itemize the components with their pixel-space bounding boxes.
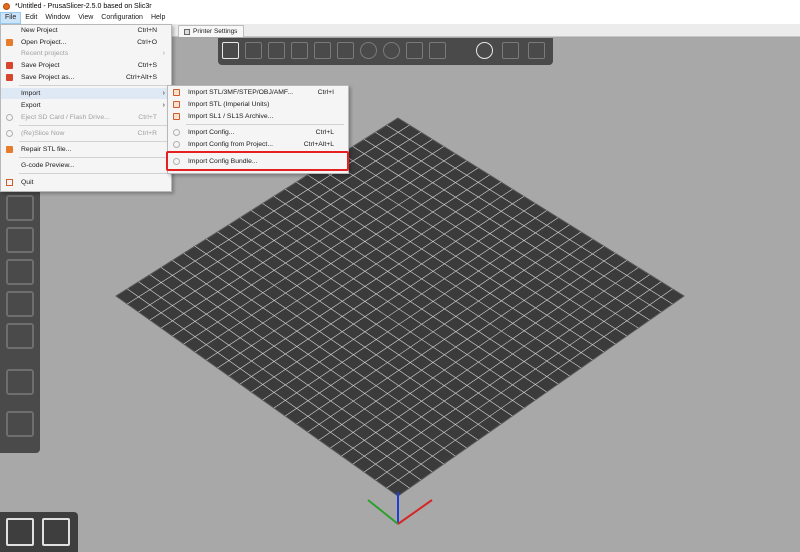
- split-objects-icon[interactable]: [406, 42, 423, 59]
- search-icon[interactable]: [476, 42, 493, 59]
- cut-icon[interactable]: [6, 291, 34, 317]
- highlight-box: [166, 151, 349, 171]
- menu-item-save-project[interactable]: Save Project Ctrl+S: [1, 60, 171, 71]
- menu-item-open-project[interactable]: Open Project... Ctrl+O: [1, 37, 171, 48]
- repair-icon: [6, 146, 13, 153]
- view-toggle: [0, 512, 78, 552]
- import-plus-icon: [173, 89, 180, 96]
- file-menu: New Project Ctrl+N Open Project... Ctrl+…: [0, 24, 172, 192]
- menu-separator: [19, 125, 167, 126]
- chevron-right-icon: ›: [162, 50, 165, 57]
- import-config-icon: [173, 129, 180, 136]
- menu-item-import-config-from-project[interactable]: Import Config from Project... Ctrl+Alt+L: [168, 139, 348, 150]
- menu-item-save-project-as[interactable]: Save Project as... Ctrl+Alt+S: [1, 72, 171, 83]
- menu-item-recent-projects: Recent projects ›: [21, 50, 165, 57]
- add-object-icon[interactable]: [222, 42, 239, 59]
- arrange-icon[interactable]: [291, 42, 308, 59]
- quit-icon: [6, 179, 13, 186]
- menu-item-repair-stl[interactable]: Repair STL file...: [1, 144, 171, 155]
- import-config-icon: [173, 141, 180, 148]
- delete-all-icon[interactable]: [268, 42, 285, 59]
- menu-item-quit[interactable]: Quit: [1, 177, 171, 188]
- scale-icon[interactable]: [6, 195, 34, 221]
- chevron-right-icon: ›: [162, 102, 165, 109]
- top-toolbar: [218, 38, 553, 65]
- menu-separator: [186, 124, 344, 125]
- menu-item-gcode-preview[interactable]: G-code Preview...: [1, 160, 171, 171]
- menu-item-eject-sd-card: Eject SD Card / Flash Drive... Ctrl+T: [1, 112, 171, 123]
- paste-icon[interactable]: [337, 42, 354, 59]
- menu-item-reslice-now: (Re)Slice Now Ctrl+R: [1, 128, 171, 139]
- save-as-icon: [6, 74, 13, 81]
- remove-instance-icon[interactable]: [383, 42, 400, 59]
- menu-item-import-sl1-archive[interactable]: Import SL1 / SL1S Archive...: [168, 111, 348, 122]
- place-on-face-icon[interactable]: [6, 259, 34, 285]
- undo-icon[interactable]: [528, 42, 545, 59]
- support-paint-icon[interactable]: [6, 323, 34, 349]
- save-icon: [6, 62, 13, 69]
- menu-item-export[interactable]: Export ›: [1, 100, 171, 111]
- menu-separator: [19, 85, 167, 86]
- import-plus-icon: [173, 113, 180, 120]
- delete-icon[interactable]: [245, 42, 262, 59]
- import-plus-icon: [173, 101, 180, 108]
- add-instance-icon[interactable]: [360, 42, 377, 59]
- menu-separator: [19, 157, 167, 158]
- left-toolbar: [0, 185, 40, 453]
- color-palette-icon[interactable]: [6, 411, 34, 437]
- menu-item-import-stl-imperial[interactable]: Import STL (Imperial Units): [168, 99, 348, 110]
- menu-separator: [19, 173, 167, 174]
- preview-layers-icon[interactable]: [42, 518, 70, 546]
- 3d-view-icon[interactable]: [6, 518, 34, 546]
- reslice-icon: [6, 130, 13, 137]
- split-parts-icon[interactable]: [429, 42, 446, 59]
- axes-gizmo-icon: [367, 492, 433, 525]
- menu-item-import-config[interactable]: Import Config... Ctrl+L: [168, 127, 348, 138]
- measure-icon[interactable]: [6, 369, 34, 395]
- open-folder-icon: [6, 39, 13, 46]
- menu-item-import[interactable]: Import ›: [1, 88, 171, 99]
- chevron-right-icon: ›: [162, 90, 165, 97]
- menu-item-new-project[interactable]: New Project Ctrl+N: [1, 25, 171, 36]
- menu-item-import-stl-3mf[interactable]: Import STL/3MF/STEP/OBJ/AMF... Ctrl+I: [168, 87, 348, 98]
- copy-icon[interactable]: [314, 42, 331, 59]
- rotate-icon[interactable]: [6, 227, 34, 253]
- layers-editing-icon[interactable]: [502, 42, 519, 59]
- eject-icon: [6, 114, 13, 121]
- menu-separator: [19, 141, 167, 142]
